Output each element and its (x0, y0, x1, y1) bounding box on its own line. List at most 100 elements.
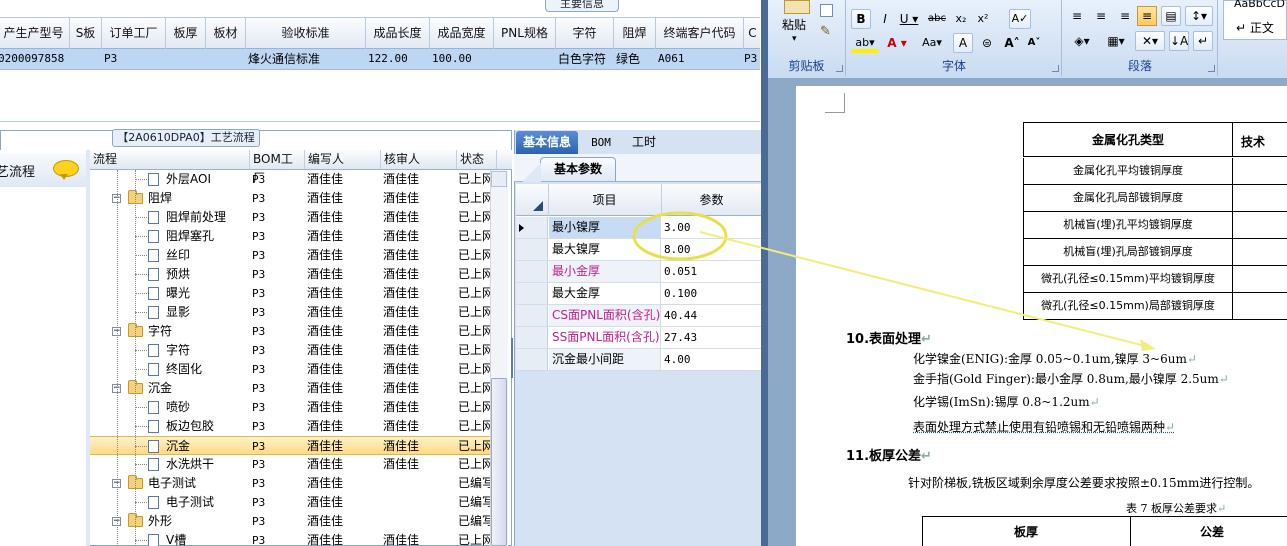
tab-work-hours[interactable]: 工时 (624, 131, 664, 154)
tree-row[interactable]: − 字符 P3 酒佳佳 酒佳佳 已上网 (90, 322, 490, 341)
sort-button[interactable]: ↓A (1169, 31, 1189, 51)
param-value[interactable]: 3.00 (662, 217, 761, 238)
param-row[interactable]: 最小镍厚 3.00 (516, 217, 761, 239)
dialog-launcher-icon[interactable] (1052, 65, 1059, 72)
col-header[interactable]: 状态 (457, 150, 497, 169)
tree-row[interactable]: 字符 P3 酒佳佳 酒佳佳 已上网 (90, 341, 490, 360)
dialog-launcher-icon[interactable] (836, 65, 843, 72)
tree-row[interactable]: 水洗烘干 P3 酒佳佳 酒佳佳 已上网 (90, 455, 490, 474)
paste-dropdown-icon[interactable]: ▾ (792, 34, 797, 44)
style-gallery-normal[interactable]: AaBbCcD ↵ 正文 (1223, 0, 1287, 40)
col-header[interactable]: 字符 (556, 18, 614, 49)
col-header[interactable]: 验收标准 (246, 18, 366, 49)
param-row[interactable]: CS面PNL面积(含孔) 40.44 (516, 305, 761, 327)
tree-row[interactable]: − 沉金 P3 酒佳佳 酒佳佳 已上网 (90, 379, 490, 398)
distributed-button[interactable]: ▤ (1161, 6, 1181, 26)
tree-row[interactable]: 预烘 P3 酒佳佳 酒佳佳 已上网 (90, 265, 490, 284)
param-value[interactable]: 4.00 (662, 349, 761, 370)
line-spacing-button[interactable]: ↕▾ (1185, 6, 1213, 26)
row-indicator[interactable] (516, 327, 548, 348)
row-indicator[interactable] (516, 305, 548, 326)
char-shading-button[interactable]: A (953, 33, 973, 53)
param-value[interactable]: 0.100 (662, 283, 761, 304)
tree-row[interactable]: 外层AOI P3 酒佳佳 酒佳佳 已上网 (90, 170, 490, 189)
dialog-launcher-icon[interactable] (1208, 65, 1215, 72)
col-header[interactable]: BOM工厂 (250, 150, 305, 185)
tree-row[interactable]: 板边包胶 P3 酒佳佳 酒佳佳 已上网 (90, 417, 490, 436)
col-header[interactable]: S板 (70, 18, 102, 49)
align-right-button[interactable]: ≡ (1115, 6, 1135, 26)
shading-button[interactable]: ◈▾ (1067, 31, 1097, 51)
bold-button[interactable]: B (851, 9, 871, 29)
underline-button[interactable]: U ▾ (897, 9, 921, 29)
align-center-button[interactable]: ≡ (1091, 6, 1111, 26)
top-grid-row[interactable]: 0200097858 P3 烽火通信标准 122.00 100.00 白色字符 … (0, 49, 760, 70)
superscript-button[interactable]: x² (973, 9, 993, 29)
borders-button[interactable]: ▦▾ (1101, 31, 1131, 51)
scroll-up-button[interactable] (491, 171, 507, 187)
strikethrough-button[interactable]: abc (925, 9, 949, 29)
param-row[interactable]: SS面PNL面积(含孔) 27.43 (516, 327, 761, 349)
param-row[interactable]: 最小金厚 0.051 (516, 261, 761, 283)
tab-bom[interactable]: BOM (584, 131, 618, 154)
param-value[interactable]: 40.44 (662, 305, 761, 326)
tree-row[interactable]: 丝印 P3 酒佳佳 酒佳佳 已上网 (90, 246, 490, 265)
col-header[interactable]: 项目 (548, 184, 660, 216)
tree-row[interactable]: V槽 P3 酒佳佳 酒佳佳 已上网 (90, 531, 490, 546)
align-left-button[interactable]: ≡ (1067, 6, 1087, 26)
tree-row[interactable]: 曝光 P3 酒佳佳 酒佳佳 已上网 (90, 284, 490, 303)
col-header[interactable]: C (744, 18, 762, 49)
col-header[interactable]: 编写人 (305, 150, 381, 169)
show-marks-button[interactable]: ↵ (1193, 31, 1213, 51)
text-effects-icon[interactable]: A✓ (1009, 9, 1031, 29)
shrink-font-button[interactable]: A˅ (1023, 33, 1045, 53)
comment-bubble-icon[interactable] (53, 160, 79, 180)
col-header[interactable]: PNL规格 (494, 18, 556, 49)
tree-row[interactable]: 显影 P3 酒佳佳 酒佳佳 已上网 (90, 303, 490, 322)
tree-row[interactable]: − 阻焊 P3 酒佳佳 酒佳佳 已上网 (90, 189, 490, 208)
format-painter-icon[interactable]: ✎ (820, 24, 831, 39)
subtab-basic-params[interactable]: 基本参数 (523, 157, 616, 182)
copy-icon[interactable] (820, 4, 833, 17)
change-case-button[interactable]: Aa▾ (915, 33, 949, 53)
tree-row[interactable]: 终固化 P3 酒佳佳 酒佳佳 已上网 (90, 360, 490, 379)
tree-row[interactable]: 阻焊前处理 P3 酒佳佳 酒佳佳 已上网 (90, 208, 490, 227)
col-header[interactable]: 产生产型号 (0, 18, 70, 49)
col-header[interactable]: 板厚 (166, 18, 206, 49)
col-header[interactable]: 板材 (206, 18, 246, 49)
paste-icon[interactable] (784, 0, 810, 14)
row-indicator[interactable] (516, 239, 548, 260)
tree-row[interactable]: 阻焊塞孔 P3 酒佳佳 酒佳佳 已上网 (90, 227, 490, 246)
italic-button[interactable]: I (875, 9, 895, 29)
tree-row[interactable]: − 外形 P3 酒佳佳 已编写 (90, 512, 490, 531)
col-header[interactable]: 成品长度 (366, 18, 430, 49)
param-row[interactable]: 沉金最小间距 4.00 (516, 349, 761, 371)
font-color-button[interactable]: A ▾ (883, 33, 911, 53)
param-row[interactable]: 最大金厚 0.100 (516, 283, 761, 305)
grow-font-button[interactable]: A˄ (1001, 33, 1023, 53)
col-header[interactable]: 订单工厂 (102, 18, 166, 49)
row-indicator[interactable] (516, 261, 548, 282)
enclose-char-button[interactable]: ⊜ (977, 33, 997, 53)
highlight-button[interactable]: ab▾ (851, 33, 879, 53)
col-header[interactable]: 核审人 (381, 150, 457, 169)
tree-row[interactable]: 电子测试 P3 酒佳佳 已编写 (90, 493, 490, 512)
param-value[interactable]: 0.051 (662, 261, 761, 282)
tree-row[interactable]: − 电子测试 P3 酒佳佳 已编写 (90, 474, 490, 493)
col-header[interactable]: 终端客户代码 (656, 18, 744, 49)
justify-button[interactable]: ≡ (1137, 6, 1157, 26)
paste-button[interactable]: 粘贴 (782, 16, 806, 33)
top-section-tab[interactable]: 主要信息 (545, 0, 619, 12)
row-indicator[interactable] (516, 283, 548, 304)
col-header[interactable]: 阻焊 (614, 18, 656, 49)
col-header[interactable]: 参数 (661, 184, 761, 216)
col-header[interactable]: 成品宽度 (430, 18, 494, 49)
tab-basic-info[interactable]: 基本信息 (516, 131, 578, 154)
chinese-layout-button[interactable]: ✕▾ (1135, 31, 1165, 51)
param-row[interactable]: 最大镍厚 8.00 (516, 239, 761, 261)
param-value[interactable]: 27.43 (662, 327, 761, 348)
param-value[interactable]: 8.00 (662, 239, 761, 260)
collapse-handle[interactable] (509, 338, 513, 378)
subscript-button[interactable]: x₂ (951, 9, 971, 29)
row-indicator[interactable] (516, 349, 548, 370)
